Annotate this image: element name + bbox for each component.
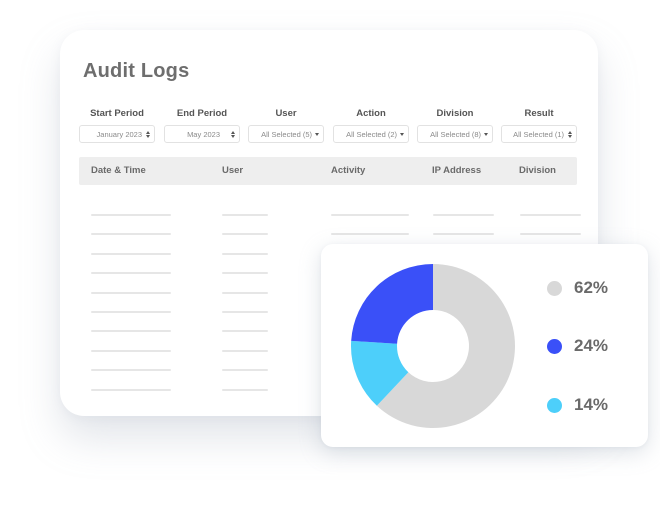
- cell-placeholder: [91, 311, 171, 313]
- donut-chart-card: 62% 24% 14%: [321, 244, 648, 447]
- filter-value: All Selected (5): [261, 129, 312, 139]
- filter-value: All Selected (1): [513, 129, 564, 139]
- filter-value: May 2023: [187, 129, 220, 139]
- cell-placeholder: [91, 388, 171, 391]
- filter-result: Result All Selected (1): [501, 108, 577, 143]
- end-period-input[interactable]: May 2023: [164, 125, 240, 143]
- column-header-date-time[interactable]: Date & Time: [91, 157, 146, 185]
- legend-value: 62%: [574, 278, 609, 297]
- filter-value: All Selected (8): [430, 129, 481, 139]
- cell-placeholder: [222, 233, 268, 236]
- page-title: Audit Logs: [83, 60, 190, 82]
- legend-value: 24%: [574, 336, 609, 355]
- cell-placeholder: [91, 369, 171, 372]
- legend-item: 24%: [547, 336, 608, 356]
- cell-placeholder: [222, 349, 268, 352]
- legend-dot-icon: [547, 397, 562, 413]
- filter-end-period: End Period May 2023: [164, 108, 240, 143]
- cell-placeholder: [520, 233, 581, 236]
- cell-placeholder: [222, 214, 268, 216]
- stepper-icon[interactable]: [567, 130, 572, 139]
- cell-placeholder: [222, 388, 268, 391]
- filter-value: January 2023: [96, 129, 142, 139]
- column-header-ip-address[interactable]: IP Address: [432, 157, 481, 185]
- division-select[interactable]: All Selected (8): [417, 125, 493, 143]
- user-select[interactable]: All Selected (5): [248, 125, 324, 143]
- legend-item: 14%: [547, 395, 608, 415]
- action-select[interactable]: All Selected (2): [333, 125, 409, 143]
- result-input[interactable]: All Selected (1): [501, 125, 577, 143]
- filter-label: End Period: [176, 108, 228, 119]
- filter-action: Action All Selected (2): [333, 108, 409, 143]
- chevron-down-icon: [315, 132, 319, 136]
- cell-placeholder: [222, 369, 268, 372]
- legend-value: 14%: [574, 395, 609, 414]
- cell-placeholder: [91, 349, 171, 352]
- chevron-down-icon: [400, 132, 404, 136]
- cell-placeholder: [331, 233, 409, 236]
- cell-placeholder: [91, 233, 171, 236]
- cell-placeholder: [222, 311, 268, 313]
- filter-label: Division: [436, 108, 474, 119]
- stage: Audit Logs Start Period January 2023 End…: [0, 0, 660, 508]
- cell-placeholder: [91, 252, 171, 255]
- column-header-activity[interactable]: Activity: [331, 157, 365, 185]
- stepper-icon[interactable]: [230, 130, 235, 139]
- filter-label: Result: [524, 108, 554, 119]
- cell-placeholder: [222, 291, 268, 294]
- cell-placeholder: [520, 214, 581, 216]
- start-period-input[interactable]: January 2023: [79, 125, 155, 143]
- cell-placeholder: [222, 330, 268, 333]
- filter-user: User All Selected (5): [248, 108, 324, 143]
- cell-placeholder: [91, 272, 171, 275]
- table-header: Date & Time User Activity IP Address Div…: [79, 157, 577, 185]
- filter-value: All Selected (2): [346, 129, 397, 139]
- cell-placeholder: [91, 214, 171, 216]
- cell-placeholder: [433, 233, 494, 236]
- column-header-division[interactable]: Division: [519, 157, 556, 185]
- filter-division: Division All Selected (8): [417, 108, 493, 143]
- filter-label: User: [275, 108, 297, 119]
- cell-placeholder: [331, 214, 409, 216]
- legend-dot-icon: [547, 280, 562, 296]
- filter-label: Action: [356, 108, 386, 119]
- cell-placeholder: [91, 330, 171, 333]
- legend-dot-icon: [547, 338, 562, 354]
- legend-item: 62%: [547, 278, 608, 298]
- column-header-user[interactable]: User: [222, 157, 243, 185]
- cell-placeholder: [433, 214, 494, 216]
- filter-start-period: Start Period January 2023: [79, 108, 155, 143]
- filter-label: Start Period: [90, 108, 144, 119]
- cell-placeholder: [222, 252, 268, 255]
- chevron-down-icon: [484, 132, 488, 136]
- cell-placeholder: [91, 291, 171, 294]
- stepper-icon[interactable]: [145, 130, 150, 139]
- donut-slice-24: [351, 264, 433, 344]
- cell-placeholder: [222, 272, 268, 275]
